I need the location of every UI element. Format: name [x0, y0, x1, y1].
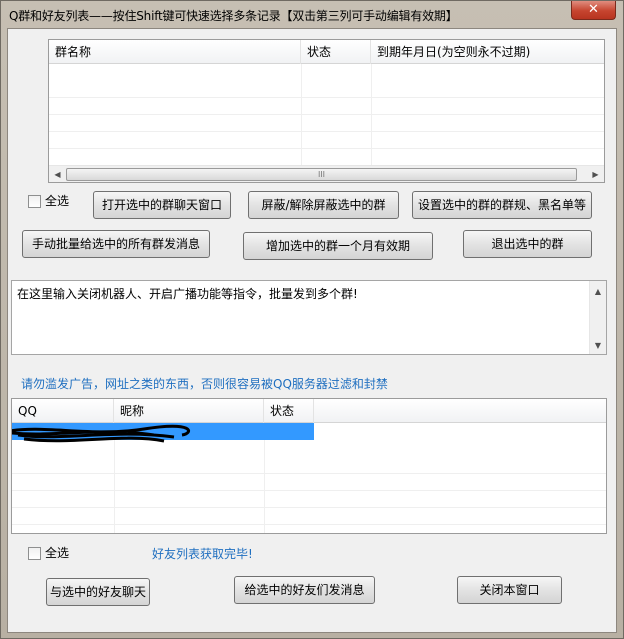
friend-empty-row — [12, 508, 606, 525]
friend-load-status: 好友列表获取完毕! — [152, 547, 253, 561]
group-list[interactable]: 群名称 状态 到期年月日(为空则永不过期) ◀ III ▶ — [48, 39, 605, 183]
group-empty-row — [49, 81, 604, 98]
toggle-block-group-button[interactable]: 屏蔽/解除屏蔽选中的群 — [248, 191, 399, 219]
group-empty-row — [49, 149, 604, 166]
extend-group-month-button[interactable]: 增加选中的群一个月有效期 — [243, 232, 433, 260]
group-col-status[interactable]: 状态 — [301, 40, 371, 64]
open-group-chat-button[interactable]: 打开选中的群聊天窗口 — [93, 191, 231, 219]
close-window-button[interactable]: ✕ — [571, 1, 616, 20]
window-title: Q群和好友列表——按住Shift键可快速选择多条记录【双击第三列可手动编辑有效期… — [9, 9, 458, 23]
main-window: Q群和好友列表——按住Shift键可快速选择多条记录【双击第三列可手动编辑有效期… — [0, 0, 624, 639]
message-friends-button[interactable]: 给选中的好友们发消息 — [234, 576, 375, 604]
group-empty-row — [49, 98, 604, 115]
group-select-all[interactable]: 全选 — [28, 194, 78, 210]
group-col-name[interactable]: 群名称 — [49, 40, 301, 64]
friend-list[interactable]: QQ 昵称 状态 — [11, 398, 607, 534]
friend-empty-row — [12, 474, 606, 491]
group-list-hscroll[interactable]: ◀ III ▶ — [49, 165, 604, 182]
title-bar[interactable]: Q群和好友列表——按住Shift键可快速选择多条记录【双击第三列可手动编辑有效期… — [1, 1, 623, 28]
group-command-text: 在这里输入关闭机器人、开启广播功能等指令，批量发到多个群! — [17, 287, 358, 301]
spam-warning: 请勿滥发广告，网址之类的东西，否则很容易被QQ服务器过滤和封禁 — [21, 377, 388, 391]
close-dialog-button[interactable]: 关闭本窗口 — [457, 576, 562, 604]
scroll-down-icon[interactable]: ▼ — [590, 337, 606, 354]
group-empty-row — [49, 115, 604, 132]
scroll-up-icon[interactable]: ▲ — [590, 283, 606, 300]
scroll-left-icon[interactable]: ◀ — [49, 166, 66, 182]
group-scroll-thumb[interactable]: III — [66, 168, 577, 181]
scroll-right-icon[interactable]: ▶ — [587, 166, 604, 182]
friend-select-all-label: 全选 — [45, 546, 70, 560]
group-command-input[interactable]: 在这里输入关闭机器人、开启广播功能等指令，批量发到多个群! ▲ ▼ — [11, 280, 607, 355]
command-vscroll[interactable]: ▲ ▼ — [589, 281, 606, 354]
bulk-message-groups-button[interactable]: 手动批量给选中的所有群发消息 — [22, 230, 210, 258]
friend-empty-row — [12, 491, 606, 508]
redaction-scribble — [12, 424, 191, 443]
group-empty-row — [49, 132, 604, 149]
group-select-all-label: 全选 — [45, 194, 70, 208]
group-select-all-checkbox[interactable] — [28, 195, 41, 208]
group-list-header: 群名称 状态 到期年月日(为空则永不过期) — [49, 40, 604, 64]
friend-select-all[interactable]: 全选 — [28, 546, 78, 562]
friend-empty-row — [12, 457, 606, 474]
quit-group-button[interactable]: 退出选中的群 — [463, 230, 592, 258]
friend-col-status[interactable]: 状态 — [264, 399, 314, 423]
chat-with-friend-button[interactable]: 与选中的好友聊天 — [46, 578, 150, 606]
set-group-rules-button[interactable]: 设置选中的群的群规、黑名单等 — [412, 191, 592, 219]
group-col-expiry[interactable]: 到期年月日(为空则永不过期) — [371, 40, 604, 64]
friend-select-all-checkbox[interactable] — [28, 547, 41, 560]
